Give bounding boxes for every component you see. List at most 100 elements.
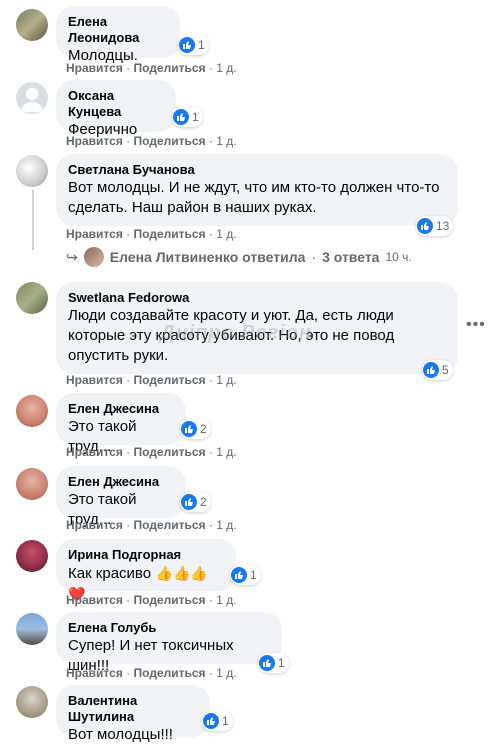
like-icon [181, 494, 197, 510]
reaction-number: 5 [442, 363, 449, 377]
share-link[interactable]: Поделиться [134, 666, 206, 680]
separator: · [208, 61, 213, 75]
avatar[interactable] [16, 282, 48, 314]
watermark: Дніпро Регіон [160, 322, 313, 344]
like-link[interactable]: Нравится [66, 518, 123, 532]
separator: · [208, 518, 213, 532]
comment-bubble: Елена Голубь Супер! И нет токсичных шин!… [56, 612, 282, 674]
comment-author[interactable]: Оксана Кунцева [68, 88, 164, 120]
comment-actions: Нравится · Поделиться · 1 д. [66, 444, 237, 460]
view-replies[interactable]: ↪ Елена Литвиненко ответила · 3 ответа 1… [66, 247, 412, 267]
comment-actions: Нравится · Поделиться · 1 д. [66, 592, 237, 608]
reaction-number: 13 [436, 219, 450, 233]
share-link[interactable]: Поделиться [134, 134, 206, 148]
reply-avatar [83, 247, 104, 267]
share-link[interactable]: Поделиться [134, 227, 206, 241]
timestamp[interactable]: 1 д. [216, 593, 236, 607]
reaction-number: 1 [250, 568, 257, 582]
more-options-icon[interactable]: ••• [466, 316, 486, 334]
separator: · [208, 445, 213, 459]
reaction-count[interactable]: 2 [180, 492, 211, 512]
reaction-number: 2 [200, 422, 207, 436]
like-link[interactable]: Нравится [66, 227, 123, 241]
separator: · [208, 134, 213, 148]
reaction-number: 1 [222, 714, 229, 728]
avatar[interactable] [16, 613, 48, 645]
reaction-count[interactable]: 2 [180, 419, 211, 439]
timestamp[interactable]: 1 д. [216, 134, 236, 148]
reaction-count[interactable]: 1 [202, 711, 233, 731]
user-silhouette-icon [21, 88, 43, 112]
reply-time: 10 ч. [385, 250, 412, 264]
separator: · [208, 373, 213, 387]
comment-bubble: Елен Джесина Это такой труд... [56, 393, 186, 455]
comment-text: Как красиво [68, 565, 152, 582]
separator: · [126, 518, 131, 532]
separator: · [126, 134, 131, 148]
comment-author[interactable]: Елен Джесина [68, 474, 174, 490]
avatar[interactable] [16, 395, 48, 427]
comment-author[interactable]: Swetlana Fedorowa [68, 290, 446, 306]
timestamp[interactable]: 1 д. [216, 61, 236, 75]
avatar[interactable] [16, 686, 48, 718]
reaction-number: 1 [192, 110, 199, 124]
share-link[interactable]: Поделиться [134, 61, 206, 75]
avatar-placeholder[interactable] [16, 82, 48, 114]
timestamp[interactable]: 1 д. [216, 518, 236, 532]
separator: · [126, 445, 131, 459]
share-link[interactable]: Поделиться [134, 445, 206, 459]
timestamp[interactable]: 1 д. [216, 666, 236, 680]
separator: · [208, 227, 213, 241]
reaction-number: 1 [198, 38, 205, 52]
comment-actions: Нравится · Поделиться · 1 д. [66, 665, 237, 681]
share-link[interactable]: Поделиться [134, 373, 206, 387]
separator: · [208, 593, 213, 607]
comment-actions: Нравится · Поделиться · 1 д. [66, 226, 237, 242]
separator: · [126, 373, 131, 387]
like-icon [179, 37, 195, 53]
like-link[interactable]: Нравится [66, 373, 123, 387]
avatar[interactable] [16, 155, 48, 187]
comment-author[interactable]: Елена Голубь [68, 620, 270, 636]
comment-actions: Нравится · Поделиться · 1 д. [66, 60, 237, 76]
reply-author[interactable]: Елена Литвиненко ответила [110, 249, 306, 265]
avatar[interactable] [16, 468, 48, 500]
like-link[interactable]: Нравится [66, 666, 123, 680]
reaction-count[interactable]: 1 [178, 35, 209, 55]
comment-text: Вот молодцы!!! [68, 726, 173, 743]
separator: · [126, 666, 131, 680]
reaction-count[interactable]: 5 [422, 360, 453, 380]
like-link[interactable]: Нравится [66, 593, 123, 607]
share-link[interactable]: Поделиться [134, 593, 206, 607]
separator: · [208, 666, 213, 680]
reply-count[interactable]: 3 ответа [322, 249, 379, 265]
reaction-count[interactable]: 1 [230, 565, 261, 585]
like-link[interactable]: Нравится [66, 134, 123, 148]
timestamp[interactable]: 1 д. [216, 373, 236, 387]
comment-author[interactable]: Елена Леонидова [68, 14, 168, 46]
comment-text-line: Вот молодцы. И не ждут, что им кто-то до… [68, 179, 440, 196]
like-link[interactable]: Нравится [66, 61, 123, 75]
comment-author[interactable]: Валентина Шутилина [68, 693, 198, 725]
avatar[interactable] [16, 540, 48, 572]
like-icon [203, 713, 219, 729]
share-link[interactable]: Поделиться [134, 518, 206, 532]
reaction-count[interactable]: 13 [416, 216, 454, 236]
reaction-number: 1 [278, 656, 285, 670]
reaction-count[interactable]: 1 [172, 107, 203, 127]
comment-bubble: Валентина Шутилина Вот молодцы!!! [56, 685, 210, 743]
comment-bubble: Елен Джесина Это такой труд... [56, 466, 186, 528]
like-icon [231, 567, 247, 583]
comment-author[interactable]: Елен Джесина [68, 401, 174, 417]
like-link[interactable]: Нравится [66, 445, 123, 459]
comment-bubble: Ирина Подгорная Как красиво 👍👍👍❤️ [56, 539, 236, 602]
comment-actions: Нравится · Поделиться · 1 д. [66, 133, 237, 149]
timestamp[interactable]: 1 д. [216, 227, 236, 241]
comment-author[interactable]: Светлана Бучанова [68, 162, 446, 178]
comment-author[interactable]: Ирина Подгорная [68, 547, 224, 563]
timestamp[interactable]: 1 д. [216, 445, 236, 459]
comment-actions: Нравится · Поделиться · 1 д. [66, 372, 237, 388]
avatar[interactable] [16, 9, 48, 41]
comment-bubble: Светлана Бучанова Вот молодцы. И не ждут… [56, 154, 458, 226]
reaction-count[interactable]: 1 [258, 653, 289, 673]
